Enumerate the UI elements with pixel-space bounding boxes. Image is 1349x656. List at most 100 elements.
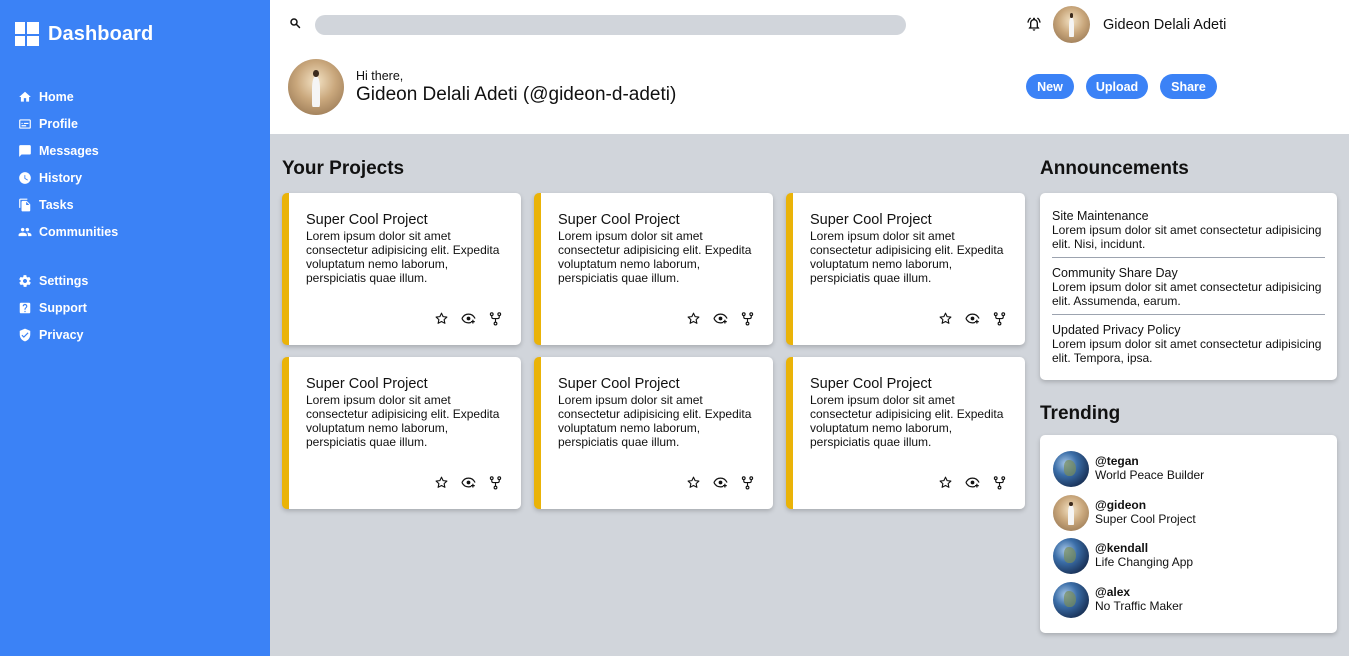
- announcements-title: Announcements: [1040, 158, 1189, 179]
- watch-icon[interactable]: [461, 311, 476, 326]
- profile-avatar: [288, 59, 344, 115]
- sidebar-item-home[interactable]: Home: [18, 83, 118, 110]
- project-card[interactable]: Super Cool Project Lorem ipsum dolor sit …: [534, 357, 773, 509]
- document-icon: [19, 198, 31, 211]
- watch-icon[interactable]: [461, 475, 476, 490]
- fork-icon[interactable]: [488, 311, 503, 326]
- project-card[interactable]: Super Cool Project Lorem ipsum dolor sit …: [282, 357, 521, 509]
- watch-icon[interactable]: [965, 475, 980, 490]
- announcement-item[interactable]: Community Share Day Lorem ipsum dolor si…: [1052, 257, 1325, 314]
- project-title: Super Cool Project: [810, 376, 932, 392]
- brand[interactable]: Dashboard: [15, 22, 153, 46]
- project-card[interactable]: Super Cool Project Lorem ipsum dolor sit …: [534, 193, 773, 345]
- project-description: Lorem ipsum dolor sit amet consectetur a…: [558, 393, 752, 449]
- announcement-item[interactable]: Site Maintenance Lorem ipsum dolor sit a…: [1052, 209, 1325, 257]
- star-icon[interactable]: [686, 311, 701, 326]
- star-icon[interactable]: [434, 475, 449, 490]
- nav-primary: Home Profile Messages History Tasks Comm…: [18, 83, 118, 245]
- share-button[interactable]: Share: [1160, 74, 1217, 99]
- search-input[interactable]: [315, 15, 906, 35]
- avatar: [1053, 494, 1089, 531]
- sidebar-item-messages[interactable]: Messages: [18, 137, 118, 164]
- sidebar-item-label: Profile: [39, 116, 78, 131]
- message-icon: [19, 144, 31, 157]
- search-icon[interactable]: [289, 17, 301, 29]
- star-icon[interactable]: [938, 311, 953, 326]
- sidebar-item-privacy[interactable]: Privacy: [18, 321, 88, 348]
- announcement-item[interactable]: Updated Privacy Policy Lorem ipsum dolor…: [1052, 314, 1325, 371]
- project-description: Lorem ipsum dolor sit amet consectetur a…: [306, 229, 500, 285]
- trending-user: @kendall: [1095, 541, 1149, 555]
- announcement-title: Community Share Day: [1052, 266, 1178, 280]
- trending-user: @alex: [1095, 584, 1131, 599]
- sidebar-item-label: Home: [39, 89, 74, 104]
- sidebar-item-settings[interactable]: Settings: [18, 267, 88, 294]
- projects-title: Your Projects: [282, 158, 405, 179]
- home-icon: [19, 91, 31, 102]
- upload-button[interactable]: Upload: [1086, 74, 1148, 99]
- group-icon: [18, 227, 32, 236]
- fork-icon[interactable]: [740, 311, 755, 326]
- sidebar-item-label: Communities: [39, 224, 119, 239]
- trending-item[interactable]: @alex No Traffic Maker: [1052, 581, 1325, 626]
- projects-grid: Super Cool Project Lorem ipsum dolor sit …: [282, 193, 1026, 509]
- sidebar-item-support[interactable]: Support: [18, 294, 88, 321]
- shield-icon: [19, 328, 31, 341]
- fork-icon[interactable]: [992, 311, 1007, 326]
- avatar[interactable]: [1053, 6, 1090, 43]
- watch-icon[interactable]: [713, 475, 728, 490]
- project-actions: [686, 475, 755, 490]
- brand-title: Dashboard: [48, 22, 154, 45]
- trending-panel: @tegan World Peace Builder @gideon Super…: [1040, 435, 1337, 633]
- new-button[interactable]: New: [1026, 74, 1074, 99]
- project-description: Lorem ipsum dolor sit amet consectetur a…: [558, 229, 752, 285]
- project-title: Super Cool Project: [306, 376, 428, 392]
- project-actions: [434, 475, 503, 490]
- trending-item[interactable]: @tegan World Peace Builder: [1052, 451, 1325, 495]
- project-actions: [434, 311, 503, 326]
- sidebar-item-label: Tasks: [39, 197, 74, 212]
- trending-item[interactable]: @kendall Life Changing App: [1052, 538, 1325, 582]
- project-actions: [938, 311, 1007, 326]
- fork-icon[interactable]: [488, 475, 503, 490]
- project-card[interactable]: Super Cool Project Lorem ipsum dolor sit …: [282, 193, 521, 345]
- user-handle: Gideon Delali Adeti (@gideon-d-adeti): [356, 84, 677, 105]
- sidebar-item-tasks[interactable]: Tasks: [18, 191, 118, 218]
- watch-icon[interactable]: [965, 311, 980, 326]
- nav-secondary: Settings Support Privacy: [18, 267, 88, 348]
- header: Gideon Delali Adeti Hi there, Gideon Del…: [270, 0, 1349, 134]
- bell-icon[interactable]: [1026, 16, 1042, 32]
- globe-avatar: [1053, 581, 1089, 618]
- header-user-name: Gideon Delali Adeti: [1103, 17, 1227, 33]
- sidebar: Dashboard Home Profile Messages History …: [0, 0, 270, 656]
- sidebar-item-label: Privacy: [39, 327, 84, 342]
- project-card[interactable]: Super Cool Project Lorem ipsum dolor sit …: [786, 193, 1025, 345]
- profile-card-icon: [19, 118, 31, 129]
- project-description: Lorem ipsum dolor sit amet consectetur a…: [810, 393, 1004, 449]
- announcement-body: Lorem ipsum dolor sit amet consectetur a…: [1052, 337, 1322, 365]
- sidebar-item-profile[interactable]: Profile: [18, 110, 118, 137]
- project-card[interactable]: Super Cool Project Lorem ipsum dolor sit …: [786, 357, 1025, 509]
- star-icon[interactable]: [434, 311, 449, 326]
- sidebar-item-label: Support: [39, 300, 87, 315]
- fork-icon[interactable]: [992, 475, 1007, 490]
- sidebar-item-label: History: [39, 170, 83, 185]
- watch-icon[interactable]: [713, 311, 728, 326]
- fork-icon[interactable]: [740, 475, 755, 490]
- gear-icon: [19, 274, 31, 287]
- sidebar-item-communities[interactable]: Communities: [18, 218, 118, 245]
- trending-item[interactable]: @gideon Super Cool Project: [1052, 494, 1325, 539]
- trending-desc: Life Changing App: [1095, 555, 1194, 569]
- sidebar-item-label: Settings: [39, 273, 89, 288]
- project-title: Super Cool Project: [558, 212, 680, 228]
- greeting: Hi there,: [356, 69, 404, 83]
- announcement-body: Lorem ipsum dolor sit amet consectetur a…: [1052, 223, 1322, 251]
- trending-desc: No Traffic Maker: [1095, 598, 1183, 613]
- sidebar-item-history[interactable]: History: [18, 164, 118, 191]
- star-icon[interactable]: [686, 475, 701, 490]
- trending-desc: Super Cool Project: [1095, 511, 1196, 526]
- announcement-body: Lorem ipsum dolor sit amet consectetur a…: [1052, 280, 1322, 308]
- help-icon: [19, 302, 31, 313]
- star-icon[interactable]: [938, 475, 953, 490]
- project-description: Lorem ipsum dolor sit amet consectetur a…: [810, 229, 1004, 285]
